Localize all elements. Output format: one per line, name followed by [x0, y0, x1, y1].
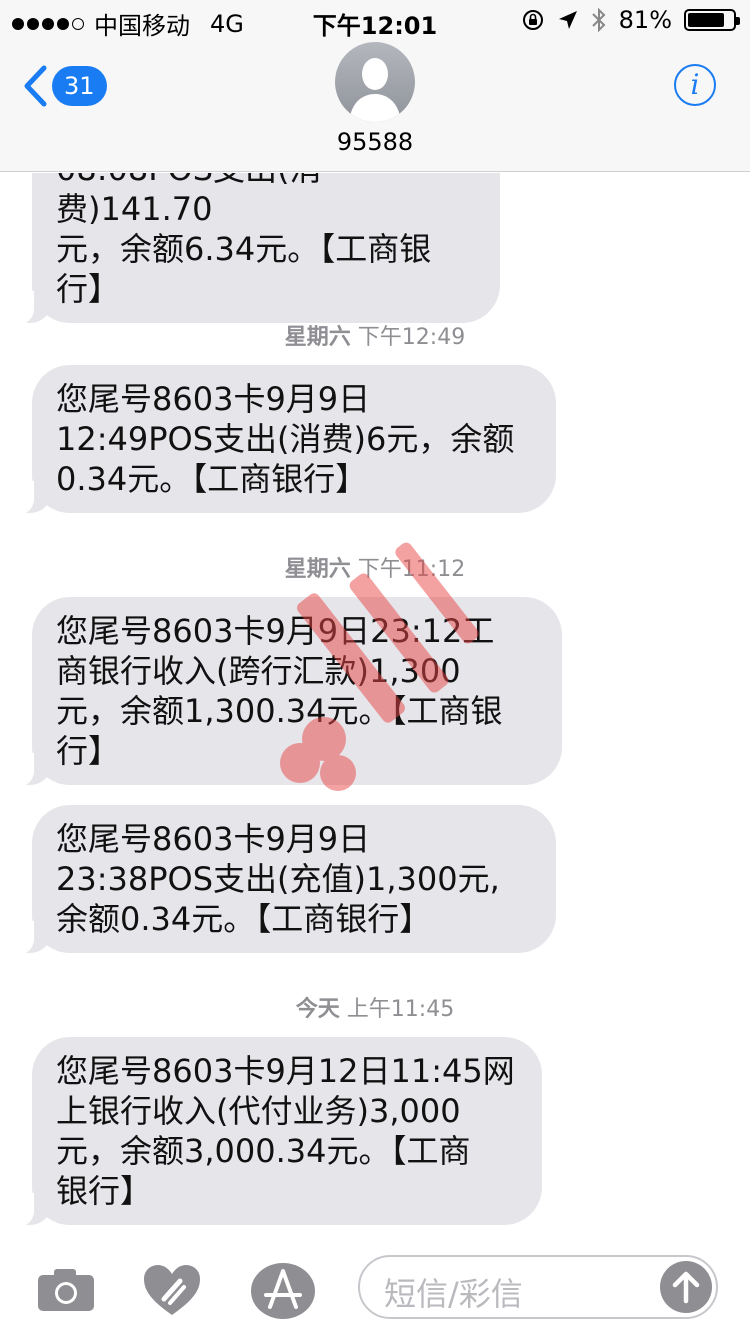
message-line: 23:38POS支出(充值)1,300元, — [56, 860, 500, 898]
send-arrow-icon — [672, 1271, 700, 1304]
message-line: 您尾号8603卡9月12日11:45网 — [56, 1052, 515, 1090]
timestamp-time: 上午11:45 — [346, 997, 455, 1022]
timestamp-divider: 星期六 下午11:12 — [0, 551, 750, 583]
unread-count-badge: 31 — [52, 66, 107, 106]
message-line: 12:49POS支出(消费)6元，余额 — [56, 420, 515, 458]
timestamp-day: 星期六 — [284, 557, 351, 582]
timestamp-divider: 星期六 下午12:49 — [0, 319, 750, 351]
person-silhouette-icon — [349, 58, 401, 122]
timestamp-day: 星期六 — [284, 325, 351, 350]
chevron-left-icon — [24, 65, 47, 107]
info-icon[interactable]: i — [674, 64, 716, 106]
message-line: 0.34元。【工商银行】 — [56, 460, 368, 498]
message-placeholder: 短信/彩信 — [384, 1275, 523, 1313]
message-text-field[interactable]: 短信/彩信 — [358, 1255, 718, 1319]
battery-percent: 81% — [618, 6, 672, 34]
message-bubble[interactable]: 您尾号8603卡9月9日 12:49POS支出(消费)6元，余额 0.34元。【… — [8, 365, 556, 515]
message-line: 您尾号8603卡9月9日23:12工 — [56, 612, 495, 650]
timestamp-divider: 今天 上午11:45 — [0, 991, 750, 1023]
message-line: 元，余额6.34元。【工商银 — [56, 230, 432, 268]
app-store-icon[interactable] — [250, 1261, 316, 1321]
bluetooth-icon — [591, 7, 606, 33]
back-button[interactable]: 31 — [22, 64, 107, 108]
message-thread[interactable]: 08:08POS支出(消费)141.70 元，余额6.34元。【工商银 行】 星… — [0, 173, 750, 1243]
timestamp-time: 下午12:49 — [357, 325, 466, 350]
digital-touch-icon[interactable] — [142, 1263, 202, 1317]
message-line: 余额0.34元。【工商银行】 — [56, 900, 432, 938]
message-line: 行】 — [56, 732, 121, 770]
location-arrow-icon — [558, 11, 577, 29]
message-line: 元，余额3,000.34元。【工商 — [56, 1132, 471, 1170]
contact-name[interactable]: 95588 — [0, 128, 750, 156]
message-bubble[interactable]: 08:08POS支出(消费)141.70 元，余额6.34元。【工商银 行】 — [8, 173, 500, 325]
message-line: 您尾号8603卡9月9日 — [56, 380, 371, 418]
timestamp-time: 下午11:12 — [357, 557, 466, 582]
message-line: 您尾号8603卡9月9日 — [56, 820, 371, 858]
conversation-header: 31 95588 i — [0, 40, 750, 172]
message-line: 商银行收入(跨行汇款)1,300 — [56, 652, 461, 690]
message-input-bar: 短信/彩信 — [0, 1243, 750, 1334]
status-bar: 中国移动 4G 下午12:01 81% — [0, 0, 750, 40]
camera-icon[interactable] — [36, 1267, 96, 1313]
message-line: 银行】 — [56, 1172, 153, 1210]
send-button[interactable] — [660, 1261, 712, 1313]
message-bubble[interactable]: 您尾号8603卡9月9日23:12工 商银行收入(跨行汇款)1,300 元，余额… — [8, 597, 562, 787]
battery-icon — [684, 9, 740, 31]
message-line: 08:08POS支出(消费)141.70 — [56, 173, 322, 228]
rotation-lock-icon — [522, 10, 543, 30]
contact-avatar[interactable] — [335, 42, 415, 122]
message-bubble[interactable]: 您尾号8603卡9月9日 23:38POS支出(充值)1,300元, 余额0.3… — [8, 805, 556, 955]
message-bubble[interactable]: 您尾号8603卡9月12日11:45网 上银行收入(代付业务)3,000 元，余… — [8, 1037, 542, 1227]
message-line: 上银行收入(代付业务)3,000 — [56, 1092, 461, 1130]
message-line: 行】 — [56, 270, 121, 308]
message-line: 元，余额1,300.34元。【工商银 — [56, 692, 503, 730]
timestamp-day: 今天 — [295, 997, 340, 1022]
